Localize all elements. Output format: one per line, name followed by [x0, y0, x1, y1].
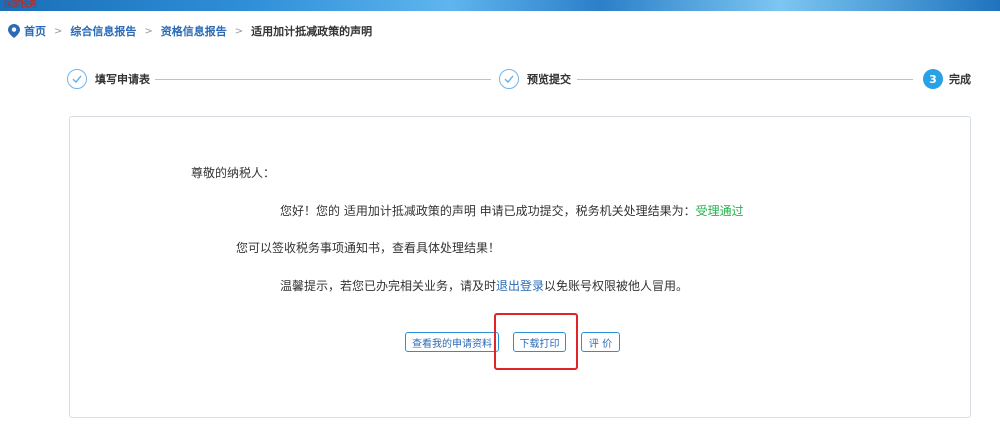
breadcrumb-current-page: 适用加计抵减政策的声明 [251, 25, 373, 38]
result-status: 受理通过 [695, 204, 744, 218]
rate-button[interactable]: 评 价 [581, 332, 620, 352]
view-my-application-button[interactable]: 查看我的申请资料 [405, 332, 499, 352]
submission-result-text: 您好！您的 适用加计抵减政策的声明 申请已成功提交，税务机关处理结果为： [280, 204, 696, 218]
reminder-line: 温馨提示，若您已办完相关业务，请及时退出登录以免账号权限被他人冒用。 [280, 277, 688, 294]
progress-steps: 填写申请表 预览提交 3 完成 [67, 69, 977, 89]
breadcrumb-separator: > [54, 25, 63, 37]
breadcrumb-home-link[interactable]: 首页 [24, 23, 46, 39]
step-2-label: 预览提交 [527, 73, 571, 86]
location-pin-icon [8, 24, 22, 38]
step-2-check-icon [499, 69, 519, 89]
breadcrumb-comprehensive-report-link[interactable]: 综合信息报告 [70, 23, 136, 39]
result-panel: 尊敬的纳税人： 您好！您的 适用加计抵减政策的声明 申请已成功提交，税务机关处理… [69, 116, 971, 418]
highlight-box [494, 313, 578, 370]
banner-logo-mark: 国家税务 [4, 0, 37, 10]
step-1-check-icon [67, 69, 87, 89]
step-3-number-icon: 3 [923, 69, 943, 89]
step-connector-1 [155, 79, 491, 80]
top-banner: 国家税务 [0, 0, 1000, 11]
notice-sign-text: 您可以签收税务事项通知书，查看具体处理结果！ [236, 241, 501, 255]
step-1-label: 填写申请表 [95, 73, 150, 86]
submission-result-line: 您好！您的 适用加计抵减政策的声明 申请已成功提交，税务机关处理结果为：受理通过 [280, 202, 744, 219]
breadcrumb-separator: > [234, 25, 244, 37]
step-connector-2 [577, 79, 913, 80]
breadcrumb-separator: > [144, 25, 153, 37]
reminder-prefix: 温馨提示，若您已办完相关业务，请及时 [280, 279, 497, 293]
logout-link[interactable]: 退出登录 [496, 279, 544, 293]
reminder-suffix: 以免账号权限被他人冒用。 [544, 279, 689, 293]
breadcrumb: 首页 > 综合信息报告 > 资格信息报告 > 适用加计抵减政策的声明 [8, 23, 372, 39]
greeting-text: 尊敬的纳税人： [191, 166, 276, 180]
step-3-label: 完成 [949, 73, 971, 86]
breadcrumb-qualification-report-link[interactable]: 资格信息报告 [161, 23, 227, 39]
